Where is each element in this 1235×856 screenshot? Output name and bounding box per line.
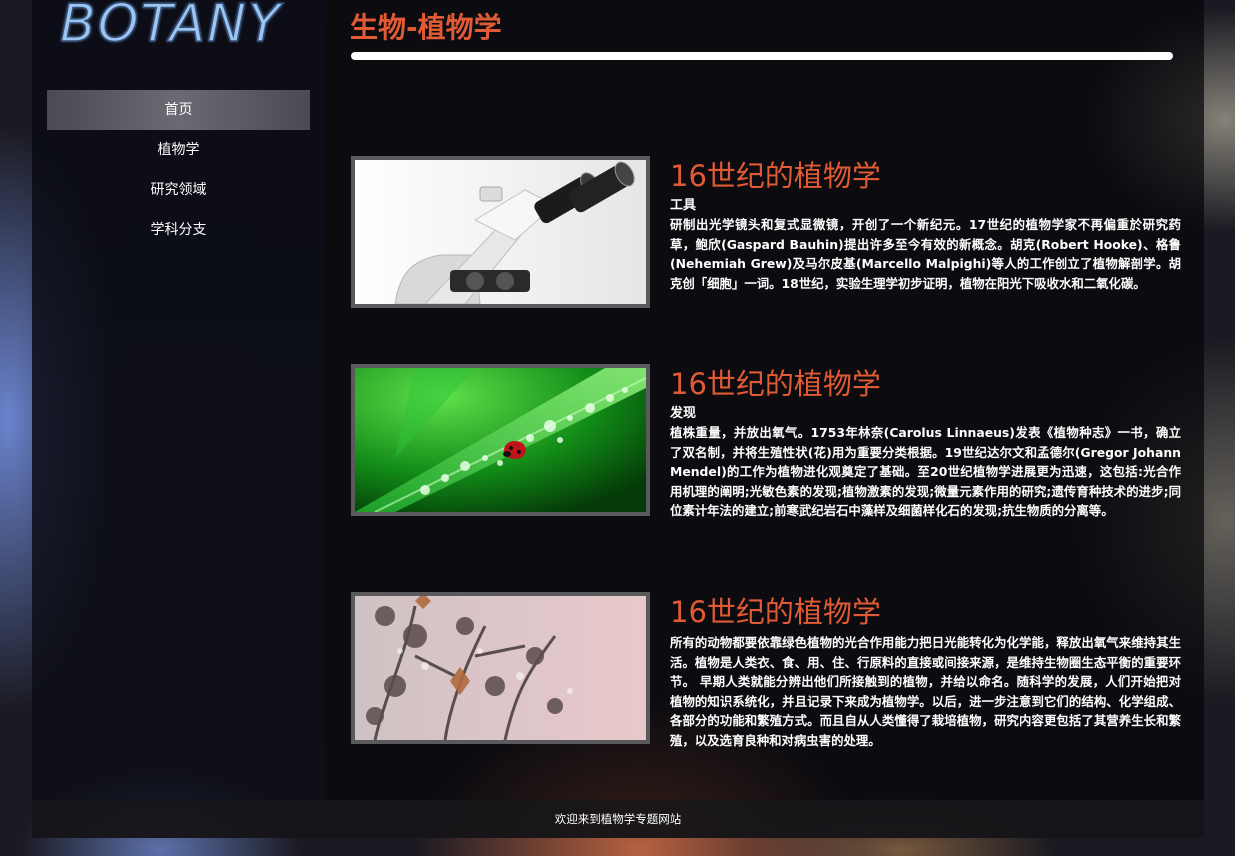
article-text: 16世纪的植物学 所有的动物都要依靠绿色植物的光合作用能力把日光能转化为化学能，… (670, 592, 1181, 750)
sidebar: BOTANY 首页 植物学 研究领域 学科分支 (32, 0, 325, 800)
article-title: 16世纪的植物学 (670, 367, 881, 401)
article-body: 植株重量，并放出氧气。1753年林奈(Carolus Linnaeus)发表《植… (670, 425, 1181, 518)
article-body: 研制出光学镜头和复式显微镜，开创了一个新纪元。17世纪的植物学家不再偏重於研究药… (670, 217, 1181, 291)
article-subtitle: 工具 (670, 198, 697, 213)
page-title: 生物-植物学 (350, 11, 502, 44)
title-divider (351, 52, 1173, 60)
main-nav: 首页 植物学 研究领域 学科分支 (47, 90, 310, 250)
article-text: 16世纪的植物学 发现 植株重量，并放出氧气。1753年林奈(Carolus L… (670, 364, 1181, 521)
article-body: 所有的动物都要依靠绿色植物的光合作用能力把日光能转化为化学能，释放出氧气来维持其… (670, 635, 1181, 748)
article-subtitle: 发现 (670, 406, 697, 421)
article-text: 16世纪的植物学 工具 研制出光学镜头和复式显微镜，开创了一个新纪元。17世纪的… (670, 156, 1181, 293)
nav-item-botany[interactable]: 植物学 (47, 130, 310, 170)
frozen-flowers-image (351, 592, 650, 744)
nav-item-research[interactable]: 研究领域 (47, 170, 310, 210)
nav-item-branches[interactable]: 学科分支 (47, 210, 310, 250)
microscope-image (351, 156, 650, 308)
page-container: BOTANY 首页 植物学 研究领域 学科分支 生物-植物学 16世纪的植物学 … (32, 0, 1204, 838)
ladybug-leaf-image (351, 364, 650, 516)
article-title: 16世纪的植物学 (670, 595, 881, 629)
site-footer: 欢迎来到植物学专题网站 (32, 800, 1204, 838)
article-title: 16世纪的植物学 (670, 159, 881, 193)
main-content: 生物-植物学 16世纪的植物学 工具 研制出光学镜头和复式显微镜，开创了一个新纪… (325, 0, 1204, 800)
site-logo[interactable]: BOTANY (59, 0, 300, 58)
nav-item-home[interactable]: 首页 (47, 90, 310, 130)
